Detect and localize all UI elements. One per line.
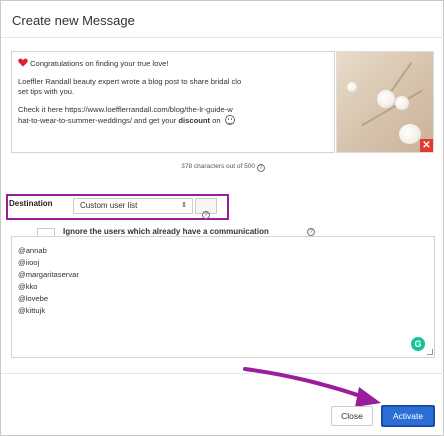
message-discount-text: discount — [178, 116, 211, 125]
ignore-users-label: Ignore the users which already have a co… — [63, 227, 269, 236]
character-counter: 378 characters out of 500 ? — [1, 163, 444, 172]
close-icon: ✕ — [422, 140, 431, 151]
create-message-dialog: Create new Message Congratulations on fi… — [0, 0, 444, 436]
list-item: @iiooj — [18, 258, 40, 267]
help-circle-icon: ? — [202, 211, 210, 219]
emoji-icon[interactable] — [224, 115, 235, 125]
message-line-3b: hat-to-wear-to-summer-weddings/ and get … — [18, 116, 179, 125]
help-circle-icon[interactable]: ? — [256, 164, 265, 172]
message-line-1: Congratulations on finding your true lov… — [30, 59, 169, 68]
header-divider — [1, 37, 444, 38]
destination-select[interactable]: Custom user list ⇕ — [73, 198, 193, 214]
user-list-textarea[interactable]: @annab @iiooj @margaritaservar @kko @lov… — [11, 236, 435, 358]
list-item: @lovebe — [18, 294, 49, 303]
message-line-2b: set tips with you. — [18, 87, 75, 96]
list-item: @margaritaservar — [18, 270, 79, 279]
resize-handle[interactable] — [427, 349, 433, 355]
list-item: @kittujk — [18, 306, 46, 315]
destination-label: Destination — [9, 199, 53, 208]
close-button[interactable]: Close — [331, 406, 373, 426]
destination-selected-value: Custom user list — [80, 201, 138, 210]
list-item: @kko — [18, 282, 38, 291]
destination-help-button[interactable]: ? — [195, 198, 217, 219]
message-textarea[interactable]: Congratulations on finding your true lov… — [11, 51, 335, 153]
heart-icon — [18, 58, 28, 67]
dialog-title: Create new Message — [12, 13, 135, 28]
select-arrows-icon: ⇕ — [181, 202, 187, 209]
help-circle-icon[interactable]: ? — [307, 228, 315, 236]
grammarly-icon[interactable]: G — [411, 337, 425, 351]
list-item: @annab — [18, 246, 47, 255]
message-line-3a: Check it here https://www.loefflerrandal… — [18, 105, 233, 114]
message-line-3b-end: on — [210, 116, 223, 125]
activate-button[interactable]: Activate — [381, 405, 435, 427]
remove-image-button[interactable]: ✕ — [420, 139, 433, 152]
message-line-2a: Loeffler Randall beauty expert wrote a b… — [18, 77, 242, 86]
attached-image: ✕ — [336, 51, 434, 153]
